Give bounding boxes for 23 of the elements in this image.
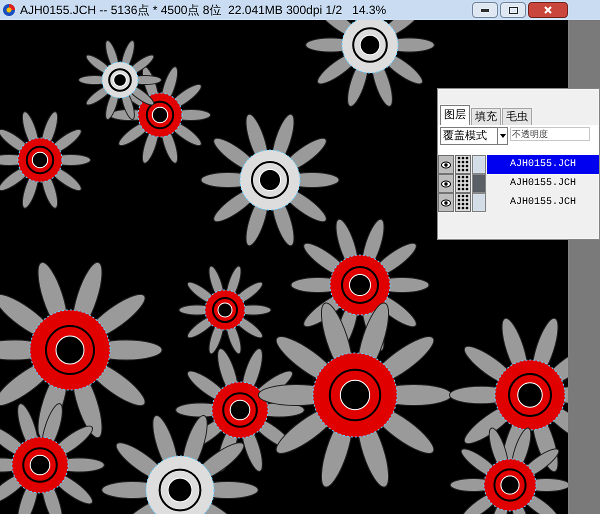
layer-thumbnail-icon xyxy=(455,155,471,174)
panel-tab[interactable]: 图层 xyxy=(440,105,470,125)
visibility-eye-icon[interactable] xyxy=(438,155,454,174)
minimize-icon xyxy=(481,8,489,12)
maximize-button[interactable] xyxy=(500,2,526,18)
visibility-eye-icon[interactable] xyxy=(438,193,454,212)
layer-thumbnail-icon xyxy=(455,174,471,193)
window-title: AJH0155.JCH -- 5136点 * 4500点 8位 22.041MB 300dpi 1/2 14.3% xyxy=(20,2,386,19)
minimize-button[interactable] xyxy=(472,2,498,18)
opacity-field[interactable]: 不透明度 xyxy=(510,127,590,141)
close-button[interactable] xyxy=(528,2,568,18)
panel-tab[interactable]: 填充 xyxy=(471,108,501,125)
layer-thumbnail-icon xyxy=(455,193,471,212)
dropdown-caret-icon xyxy=(497,128,507,144)
layer-name[interactable]: AJH0155.JCH xyxy=(487,193,599,212)
maximize-icon xyxy=(508,6,518,14)
layer-name[interactable]: AJH0155.JCH xyxy=(487,174,599,193)
layer-name[interactable]: AJH0155.JCH xyxy=(487,155,599,174)
blend-mode-dropdown[interactable]: 覆盖模式 xyxy=(440,127,508,145)
visibility-eye-icon[interactable] xyxy=(438,174,454,193)
panel-tab[interactable]: 毛虫 xyxy=(502,108,532,125)
app-logo-icon xyxy=(2,3,16,17)
close-icon xyxy=(544,6,552,14)
